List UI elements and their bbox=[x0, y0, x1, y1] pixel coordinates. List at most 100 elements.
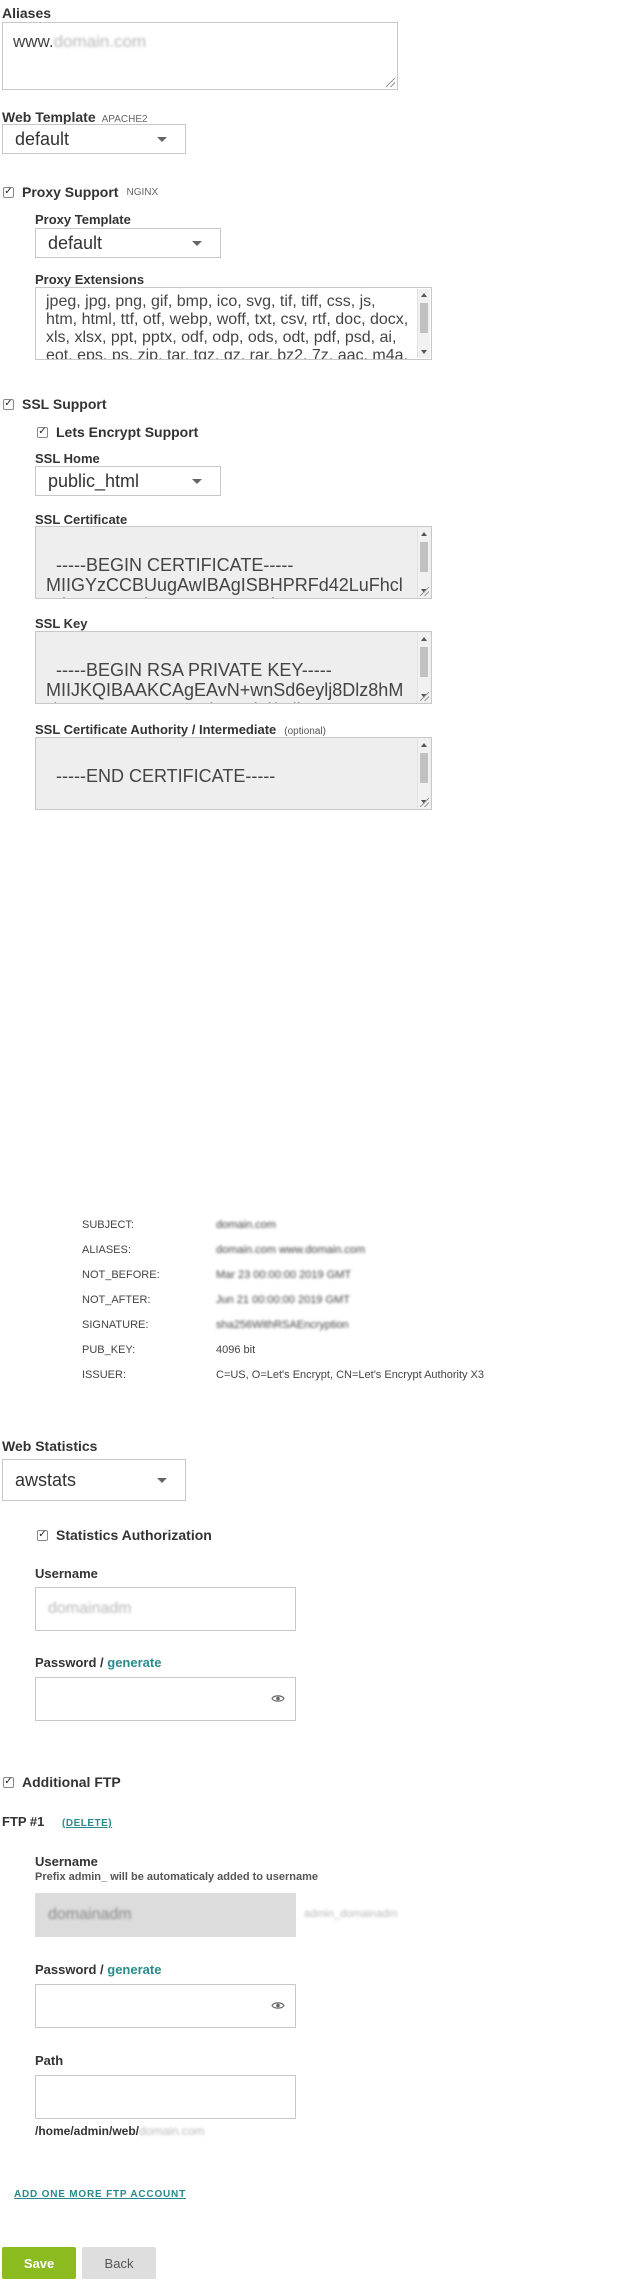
web-stats-select[interactable]: awstats bbox=[2, 1459, 186, 1501]
ftp-delete-link[interactable]: (DELETE) bbox=[62, 1818, 112, 1829]
ftp-path-label: Path bbox=[35, 2053, 64, 2068]
aliases-prefix: www. bbox=[13, 32, 54, 51]
cert-detail-key: NOT_AFTER: bbox=[82, 1294, 151, 1306]
resize-handle-icon[interactable] bbox=[420, 587, 429, 596]
ftp-path-prefix: /home/admin/web/ bbox=[35, 2124, 140, 2138]
stats-auth-row[interactable]: ✓ Statistics Authorization bbox=[37, 1527, 212, 1543]
ssl-support-row[interactable]: ✓ SSL Support bbox=[3, 396, 107, 412]
cert-detail-key: ISSUER: bbox=[82, 1369, 127, 1381]
letsencrypt-row[interactable]: ✓ Lets Encrypt Support bbox=[37, 424, 198, 440]
stats-username-value: domainadm bbox=[48, 1600, 132, 1617]
aliases-domain: domain.com bbox=[53, 32, 147, 51]
stats-username-label: Username bbox=[35, 1566, 98, 1581]
ssl-cert-textarea[interactable]: -----BEGIN CERTIFICATE----- MIIGYzCCBUug… bbox=[35, 526, 432, 599]
ftp-account-title-text: FTP #1 bbox=[2, 1814, 45, 1829]
ftp-password-label: Password / generate bbox=[35, 1962, 161, 1977]
scroll-up-icon[interactable] bbox=[421, 637, 427, 641]
additional-ftp-row[interactable]: ✓ Additional FTP bbox=[3, 1774, 121, 1790]
ssl-home-select[interactable]: public_html bbox=[35, 466, 221, 496]
cert-detail-value: domain.com www.domain.com bbox=[216, 1244, 366, 1256]
web-template-label-text: Web Template bbox=[2, 109, 96, 125]
ssl-key-label: SSL Key bbox=[35, 616, 88, 631]
chevron-down-icon bbox=[157, 1478, 167, 1483]
ftp-password-input[interactable] bbox=[35, 1984, 296, 2028]
letsencrypt-label: Lets Encrypt Support bbox=[56, 424, 199, 440]
stats-username-input[interactable]: domainadm bbox=[35, 1587, 296, 1631]
save-button[interactable]: Save bbox=[2, 2247, 76, 2279]
stats-password-label-text: Password / bbox=[35, 1655, 104, 1670]
resize-handle-icon[interactable] bbox=[420, 692, 429, 701]
cert-detail-value: domain.com bbox=[216, 1219, 276, 1231]
ssl-support-checkbox[interactable]: ✓ bbox=[3, 398, 14, 410]
resize-handle-icon[interactable] bbox=[386, 78, 395, 87]
resize-handle-icon[interactable] bbox=[420, 798, 429, 807]
ssl-ca-value: -----END CERTIFICATE----- -----BEGIN CER… bbox=[46, 766, 283, 809]
scroll-up-icon[interactable] bbox=[421, 532, 427, 536]
ftp-account-title: FTP #1 (DELETE) bbox=[2, 1814, 112, 1829]
stats-password-input[interactable] bbox=[35, 1677, 296, 1721]
ftp-path-preview: /home/admin/web/domain.com bbox=[35, 2124, 204, 2138]
back-button[interactable]: Back bbox=[82, 2247, 156, 2279]
proxy-support-hint: NGINX bbox=[126, 186, 159, 198]
aliases-label: Aliases bbox=[2, 5, 52, 21]
cert-detail-value: Jun 21 00:00:00 2019 GMT bbox=[216, 1294, 350, 1306]
stats-generate-link[interactable]: generate bbox=[107, 1655, 161, 1670]
web-template-label: Web Template APACHE2 bbox=[2, 109, 148, 125]
proxy-template-value: default bbox=[48, 232, 103, 253]
proxy-support-checkbox[interactable]: ✓ bbox=[3, 186, 14, 198]
cert-detail-key: SIGNATURE: bbox=[82, 1319, 149, 1331]
scroll-thumb[interactable] bbox=[420, 753, 428, 783]
chevron-down-icon bbox=[192, 479, 202, 484]
cert-detail-key: PUB_KEY: bbox=[82, 1344, 136, 1356]
ftp-path-input[interactable] bbox=[35, 2075, 296, 2119]
additional-ftp-label: Additional FTP bbox=[22, 1774, 121, 1790]
scroll-up-icon[interactable] bbox=[421, 743, 427, 747]
ftp-password-label-text: Password / bbox=[35, 1962, 104, 1977]
ssl-support-label: SSL Support bbox=[22, 396, 107, 412]
stats-auth-checkbox[interactable]: ✓ bbox=[37, 1529, 48, 1541]
additional-ftp-checkbox[interactable]: ✓ bbox=[3, 1776, 14, 1788]
ssl-cert-label: SSL Certificate bbox=[35, 512, 128, 527]
eye-icon[interactable] bbox=[271, 2001, 285, 2010]
chevron-down-icon bbox=[157, 137, 167, 142]
scroll-thumb[interactable] bbox=[420, 647, 428, 677]
ftp-generate-link[interactable]: generate bbox=[107, 1962, 161, 1977]
scroll-down-icon[interactable] bbox=[421, 350, 427, 354]
ftp-username-label: Username bbox=[35, 1854, 98, 1869]
scroll-up-icon[interactable] bbox=[421, 293, 427, 297]
add-ftp-account-link[interactable]: ADD ONE MORE FTP ACCOUNT bbox=[14, 2189, 186, 2200]
web-template-select[interactable]: default bbox=[2, 124, 186, 154]
web-template-value: default bbox=[15, 128, 70, 149]
web-stats-label: Web Statistics bbox=[2, 1438, 98, 1454]
letsencrypt-checkbox[interactable]: ✓ bbox=[37, 426, 48, 438]
ssl-key-textarea[interactable]: -----BEGIN RSA PRIVATE KEY----- MIIJKQIB… bbox=[35, 631, 432, 704]
aliases-textarea[interactable]: www.domain.com bbox=[2, 22, 398, 90]
cert-detail-value: 4096 bit bbox=[216, 1344, 256, 1356]
proxy-extensions-label: Proxy Extensions bbox=[35, 272, 145, 287]
ftp-username-suffix: admin_domainadm bbox=[304, 1908, 398, 1920]
stats-password-label: Password / generate bbox=[35, 1655, 161, 1670]
cert-detail-value: C=US, O=Let's Encrypt, CN=Let's Encrypt … bbox=[216, 1369, 485, 1381]
proxy-template-select[interactable]: default bbox=[35, 228, 221, 258]
web-stats-value: awstats bbox=[15, 1469, 77, 1490]
ssl-ca-textarea[interactable]: -----END CERTIFICATE----- -----BEGIN CER… bbox=[35, 737, 432, 810]
stats-auth-label: Statistics Authorization bbox=[56, 1527, 212, 1543]
ftp-username-note: Prefix admin_ will be automaticaly added… bbox=[35, 1871, 319, 1883]
ssl-cert-value: -----BEGIN CERTIFICATE----- MIIGYzCCBUug… bbox=[46, 555, 403, 598]
scroll-thumb[interactable] bbox=[420, 303, 428, 333]
cert-detail-key: ALIASES: bbox=[82, 1244, 131, 1256]
ssl-home-value: public_html bbox=[48, 470, 140, 491]
scroll-thumb[interactable] bbox=[420, 542, 428, 572]
ssl-ca-label-text: SSL Certificate Authority / Intermediate bbox=[35, 722, 277, 737]
proxy-support-row[interactable]: ✓ Proxy Support NGINX bbox=[3, 184, 158, 200]
proxy-template-label: Proxy Template bbox=[35, 212, 131, 227]
proxy-support-label: Proxy Support bbox=[22, 184, 119, 200]
eye-icon[interactable] bbox=[271, 1694, 285, 1703]
proxy-extensions-value: jpeg, jpg, png, gif, bmp, ico, svg, tif,… bbox=[46, 293, 409, 360]
cert-detail-value: Mar 23 00:00:00 2019 GMT bbox=[216, 1269, 352, 1281]
scrollbar[interactable] bbox=[417, 289, 430, 358]
ssl-key-value: -----BEGIN RSA PRIVATE KEY----- MIIJKQIB… bbox=[46, 660, 404, 703]
ssl-ca-label: SSL Certificate Authority / Intermediate… bbox=[35, 722, 326, 737]
ftp-username-input[interactable]: domainadm bbox=[35, 1893, 296, 1937]
proxy-extensions-textarea[interactable]: jpeg, jpg, png, gif, bmp, ico, svg, tif,… bbox=[35, 287, 432, 360]
